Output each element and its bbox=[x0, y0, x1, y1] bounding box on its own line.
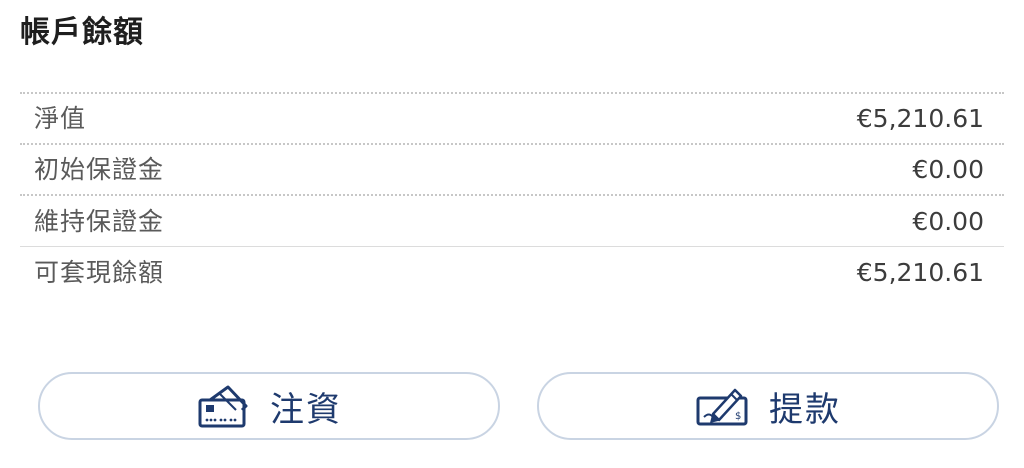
svg-text:$: $ bbox=[735, 411, 741, 422]
cheque-withdraw-icon: $ bbox=[695, 384, 751, 428]
balance-list: 淨值 €5,210.61 初始保證金 €0.00 維持保證金 €0.00 可套現… bbox=[20, 92, 1004, 298]
withdraw-button[interactable]: $ 提款 bbox=[537, 372, 999, 440]
balance-label: 初始保證金 bbox=[34, 155, 165, 184]
deposit-button-label: 注資 bbox=[270, 389, 342, 430]
balance-label: 可套現餘額 bbox=[34, 258, 165, 287]
page-title: 帳戶餘額 bbox=[20, 15, 144, 50]
deposit-button[interactable]: 注資 bbox=[38, 372, 500, 440]
card-deposit-icon bbox=[196, 384, 252, 428]
balance-row-withdrawable: 可套現餘額 €5,210.61 bbox=[20, 247, 1004, 298]
balance-value: €0.00 bbox=[912, 206, 984, 236]
account-balance-panel: 帳戶餘額 淨值 €5,210.61 初始保證金 €0.00 維持保證金 €0.0… bbox=[0, 0, 1024, 468]
balance-value: €0.00 bbox=[912, 155, 984, 184]
balance-row-maintenance-margin: 維持保證金 €0.00 bbox=[20, 196, 1004, 247]
withdraw-button-label: 提款 bbox=[769, 389, 841, 430]
balance-value: €5,210.61 bbox=[856, 104, 984, 133]
balance-row-net-value: 淨值 €5,210.61 bbox=[20, 94, 1004, 145]
balance-label: 維持保證金 bbox=[34, 206, 165, 236]
balance-value: €5,210.61 bbox=[856, 258, 984, 287]
balance-row-initial-margin: 初始保證金 €0.00 bbox=[20, 145, 1004, 196]
balance-label: 淨值 bbox=[34, 104, 87, 133]
